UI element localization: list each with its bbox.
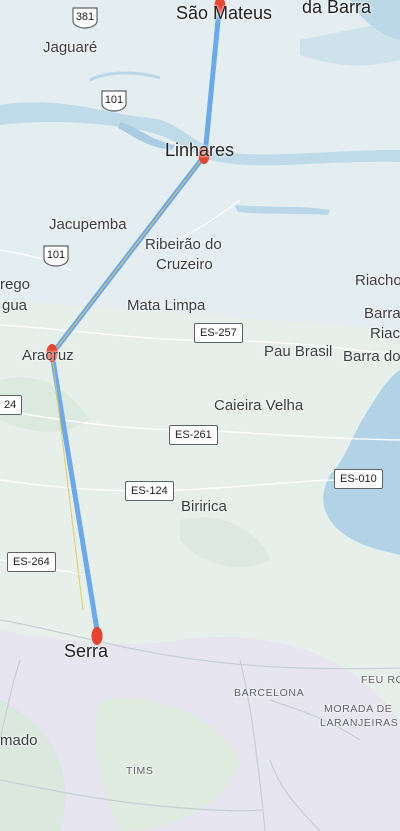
place-label-biririca[interactable]: Biririca bbox=[181, 498, 227, 516]
place-label-riac[interactable]: Riac bbox=[370, 325, 400, 343]
place-label-jaguare[interactable]: Jaguaré bbox=[43, 39, 97, 57]
place-label-tims[interactable]: TIMS bbox=[126, 762, 153, 780]
place-label-corrego-line2[interactable]: gua bbox=[2, 297, 27, 315]
highway-shield-101: 101 bbox=[42, 245, 70, 267]
place-label-ribeirao-line2[interactable]: Cruzeiro bbox=[156, 256, 213, 274]
place-label-linhares[interactable]: Linhares bbox=[165, 141, 234, 159]
place-label-da-barra[interactable]: da Barra bbox=[302, 0, 371, 16]
place-label-barra-do[interactable]: Barra do bbox=[343, 348, 400, 366]
place-label-caieira-velha[interactable]: Caieira Velha bbox=[214, 397, 303, 415]
road-shield-es257: ES-257 bbox=[194, 323, 243, 343]
place-label-aracruz[interactable]: Aracruz bbox=[22, 347, 74, 365]
map-canvas[interactable]: 381 101 101 ES-257 ES-261 ES-124 ES-010 … bbox=[0, 0, 400, 831]
place-label-riacho[interactable]: Riacho bbox=[355, 272, 400, 290]
place-label-serra[interactable]: Serra bbox=[64, 642, 108, 660]
place-label-mado[interactable]: mado bbox=[0, 732, 38, 750]
road-shield-edge: 24 bbox=[0, 395, 23, 415]
road-shield-es010: ES-010 bbox=[334, 469, 383, 489]
highway-shield-381: 381 bbox=[71, 7, 99, 29]
place-label-barcelona[interactable]: BARCELONA bbox=[234, 684, 304, 702]
road-shield-es264: ES-264 bbox=[7, 552, 56, 572]
road-shield-es261: ES-261 bbox=[169, 425, 218, 445]
place-label-jacupemba[interactable]: Jacupemba bbox=[49, 216, 127, 234]
place-label-corrego-line1[interactable]: rego bbox=[0, 276, 30, 294]
place-label-feu-rosa[interactable]: FEU RO bbox=[361, 671, 400, 689]
place-label-barra[interactable]: Barra bbox=[364, 305, 400, 323]
highway-shield-101: 101 bbox=[100, 90, 128, 112]
place-label-mata-limpa[interactable]: Mata Limpa bbox=[127, 297, 205, 315]
place-label-ribeirao-line1[interactable]: Ribeirão do bbox=[145, 236, 222, 254]
place-label-pau-brasil[interactable]: Pau Brasil bbox=[264, 343, 332, 361]
place-label-sao-mateus[interactable]: São Mateus bbox=[176, 4, 272, 22]
place-label-morada-line2[interactable]: LARANJEIRAS bbox=[320, 714, 398, 732]
road-shield-es124: ES-124 bbox=[125, 481, 174, 501]
